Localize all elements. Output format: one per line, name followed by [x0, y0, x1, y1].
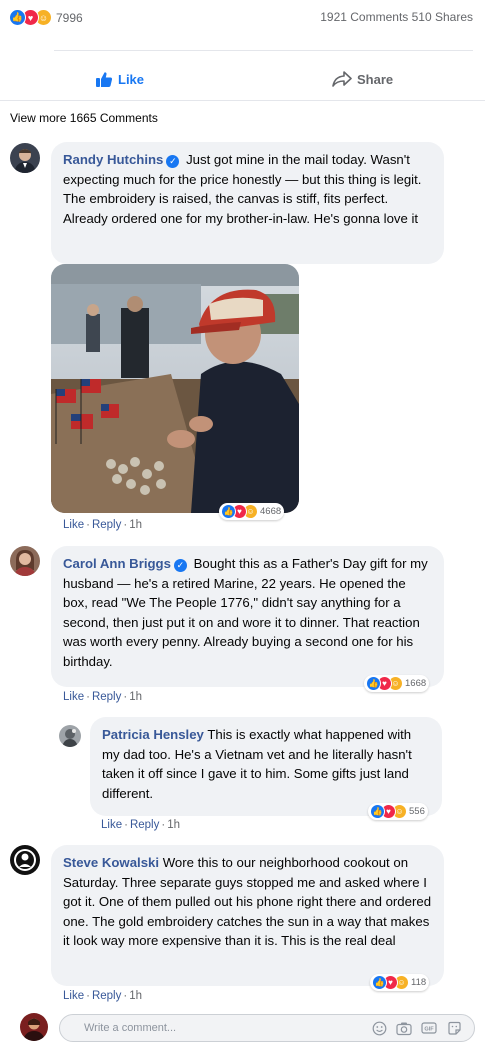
comment-author[interactable]: Steve Kowalski [63, 855, 159, 870]
camera-icon[interactable] [396, 1020, 412, 1036]
comment-reactions[interactable]: 👍 ♥ ☺ 4668 [219, 503, 285, 520]
like-link[interactable]: Like [63, 990, 84, 1002]
current-user-avatar[interactable] [20, 1013, 48, 1041]
comment-reactions[interactable]: 👍 ♥ ☺ 556 [368, 803, 428, 820]
like-link[interactable]: Like [63, 519, 84, 531]
verified-badge-icon: ✓ [166, 155, 180, 168]
comment-timestamp[interactable]: 1h [129, 990, 142, 1002]
comment-text: Bought this as a Father's Day gift for m… [63, 556, 428, 669]
reply-bubble: Patricia Hensley This is exactly what ha… [90, 717, 442, 816]
like-reaction-icon: 👍 [9, 9, 26, 26]
reply-link[interactable]: Reply [92, 519, 121, 531]
reaction-count: 4668 [260, 506, 282, 517]
like-link[interactable]: Like [63, 691, 84, 703]
like-reaction-icon: 👍 [366, 676, 381, 691]
comment-reactions[interactable]: 👍 ♥ ☺ 118 [370, 974, 430, 991]
divider [0, 100, 485, 101]
like-link[interactable]: Like [101, 819, 122, 831]
emoji-icon[interactable] [371, 1020, 387, 1036]
comment-bubble: Steve Kowalski Wore this to our neighbor… [51, 845, 444, 986]
verified-badge-icon: ✓ [173, 559, 187, 572]
comments-shares-count[interactable]: 1921 Comments 510 Shares [320, 10, 473, 24]
comment-author[interactable]: Randy Hutchins [63, 152, 163, 167]
comment-actions: Like · Reply · 1h [63, 691, 142, 703]
carol-avatar-image [10, 546, 40, 576]
gif-icon[interactable]: GIF [421, 1020, 437, 1036]
comment-timestamp[interactable]: 1h [129, 691, 142, 703]
share-button[interactable]: Share [332, 68, 393, 90]
reaction-count: 556 [409, 806, 425, 817]
steve-avatar-image [10, 845, 40, 875]
like-reaction-icon: 👍 [221, 504, 236, 519]
reply-link[interactable]: Reply [92, 691, 121, 703]
avatar[interactable] [10, 845, 40, 875]
like-button-label: Like [118, 71, 145, 87]
share-button-label: Share [357, 71, 394, 87]
like-reaction-icon: 👍 [372, 975, 387, 990]
comment-actions: Like · Reply · 1h [101, 819, 180, 831]
post-reactions[interactable]: 👍 ♥ ☺ 7996 [9, 9, 83, 26]
view-more-comments-link[interactable]: View more 1665 Comments [10, 111, 158, 125]
svg-text:GIF: GIF [424, 1027, 434, 1033]
like-reaction-icon: 👍 [370, 804, 385, 819]
thumbs-up-icon [96, 71, 113, 87]
like-button[interactable]: Like [95, 68, 144, 90]
avatar[interactable] [10, 546, 40, 576]
patricia-avatar-image [59, 725, 81, 747]
reply-link[interactable]: Reply [92, 990, 121, 1002]
sticker-icon[interactable] [446, 1020, 462, 1036]
reaction-count: 118 [411, 977, 427, 988]
comment-actions: Like · Reply · 1h [63, 519, 142, 531]
comment-bubble: Randy Hutchins ✓ Just got mine in the mai… [51, 142, 444, 264]
avatar[interactable] [59, 725, 81, 747]
reaction-count: 1668 [405, 678, 427, 689]
comment-actions: Like · Reply · 1h [63, 990, 142, 1002]
reaction-count[interactable]: 7996 [56, 11, 83, 25]
comment-reactions[interactable]: 👍 ♥ ☺ 1668 [364, 675, 430, 692]
comment-input[interactable] [84, 1015, 354, 1041]
comment-author[interactable]: Patricia Hensley [102, 727, 204, 742]
reply-link[interactable]: Reply [130, 819, 159, 831]
avatar[interactable] [10, 143, 40, 173]
comment-composer: GIF [59, 1014, 475, 1042]
composer-tools: GIF [371, 1020, 462, 1036]
man-browsing-flags-photo [51, 264, 299, 513]
comment-bubble: Carol Ann Briggs ✓ Bought this as a Fathe… [51, 546, 444, 687]
randy-avatar-image [10, 143, 40, 173]
comment-timestamp[interactable]: 1h [129, 519, 142, 531]
comment-author[interactable]: Carol Ann Briggs [63, 556, 171, 571]
post-stats-bar: 👍 ♥ ☺ 7996 1921 Comments 510 Shares [0, 0, 485, 36]
divider [54, 50, 473, 51]
comment-timestamp[interactable]: 1h [167, 819, 180, 831]
comment-photo[interactable] [51, 264, 299, 513]
current-user-avatar-image [20, 1013, 48, 1041]
share-arrow-icon [332, 71, 352, 87]
